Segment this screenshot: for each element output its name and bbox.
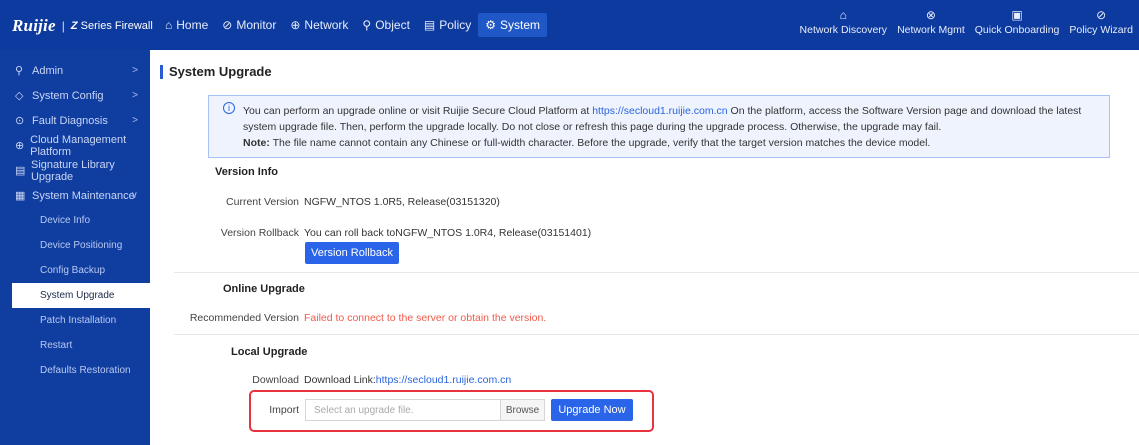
brand-separator: | <box>61 19 65 33</box>
policy-icon: ▤ <box>423 18 436 32</box>
brand: Ruijie | Z Series Firewall <box>12 16 153 36</box>
page-title: System Upgrade <box>160 65 272 79</box>
online-upgrade-title: Online Upgrade <box>223 283 305 295</box>
nav-monitor[interactable]: ⊘ Monitor <box>215 13 283 37</box>
info-icon: i <box>223 102 235 114</box>
version-rollback-label: Version Rollback <box>220 227 299 239</box>
note-label: Note: <box>243 137 270 149</box>
sidebar-item-cloud-management[interactable]: ⊕ Cloud Management Platform <box>0 133 150 158</box>
nav-object[interactable]: ⚲ Object <box>355 13 416 37</box>
upgrade-notice: i You can perform an upgrade online or v… <box>208 95 1110 158</box>
sidebar-item-fault-diagnosis[interactable]: ⊙ Fault Diagnosis > <box>0 108 150 133</box>
upgrade-file-input[interactable]: Select an upgrade file. <box>305 399 501 421</box>
sidebar-item-signature-library[interactable]: ▤ Signature Library Upgrade <box>0 158 150 183</box>
product-name: Z Series Firewall <box>70 20 153 32</box>
main-content: System Upgrade i You can perform an upgr… <box>150 50 1139 445</box>
wizard-icon: ⊘ <box>1096 8 1107 22</box>
section-divider <box>174 272 1139 273</box>
globe-icon: ⊕ <box>290 18 301 32</box>
nav-home[interactable]: ⌂ Home <box>158 13 215 37</box>
chevron-right-icon: > <box>132 115 138 126</box>
network-discovery-icon: ⌂ <box>839 8 847 22</box>
nav-policy[interactable]: ▤ Policy <box>417 13 478 37</box>
onboarding-icon: ▣ <box>1011 8 1023 22</box>
upgrade-now-button[interactable]: Upgrade Now <box>551 399 633 421</box>
secloud-link[interactable]: https://secloud1.ruijie.com.cn <box>592 105 727 117</box>
cloud-icon: ⊕ <box>15 140 25 152</box>
chevron-down-icon: ∨ <box>130 190 138 201</box>
user-icon: ⚲ <box>15 65 24 77</box>
local-upgrade-title: Local Upgrade <box>231 346 308 358</box>
download-label: Download <box>252 374 299 386</box>
top-bar: Ruijie | Z Series Firewall ⌂ Home ⊘ Monito… <box>0 0 1139 50</box>
chevron-right-icon: > <box>132 90 138 101</box>
quick-onboarding-link[interactable]: ▣ Quick Onboarding <box>975 7 1060 36</box>
current-version-label: Current Version <box>226 196 299 208</box>
ruijie-logo: Ruijie <box>12 16 56 35</box>
quick-links: ⌂ Network Discovery ⊗ Network Mgmt ▣ Quick … <box>800 7 1133 36</box>
recommended-version-label: Recommended Version <box>189 312 299 324</box>
object-icon: ⚲ <box>362 18 372 32</box>
import-label: Import <box>269 404 299 416</box>
monitor-icon: ⊘ <box>222 18 233 32</box>
sidebar: ⚲ Admin > ◇ System Config > ⊙ Fault Diagnosis… <box>0 50 150 445</box>
sidebar-sub-config-backup[interactable]: Config Backup <box>0 258 150 283</box>
upgrade-file-placeholder: Select an upgrade file. <box>314 404 414 416</box>
sidebar-sub-device-positioning[interactable]: Device Positioning <box>0 233 150 258</box>
diagnosis-icon: ⊙ <box>15 115 25 127</box>
network-mgmt-link[interactable]: ⊗ Network Mgmt <box>897 7 965 36</box>
network-discovery-link[interactable]: ⌂ Network Discovery <box>800 7 888 36</box>
download-link-row: Download Link:https://secloud1.ruijie.co… <box>304 374 511 386</box>
maintenance-icon: ▦ <box>15 190 26 202</box>
download-link[interactable]: https://secloud1.ruijie.com.cn <box>376 374 511 386</box>
network-mgmt-icon: ⊗ <box>925 8 936 22</box>
sidebar-sub-device-info[interactable]: Device Info <box>0 208 150 233</box>
sidebar-sub-patch-installation[interactable]: Patch Installation <box>0 308 150 333</box>
policy-wizard-link[interactable]: ⊘ Policy Wizard <box>1069 7 1133 36</box>
note-text: The file name cannot contain any Chinese… <box>269 137 931 149</box>
browse-button[interactable]: Browse <box>501 399 545 421</box>
nav-system[interactable]: ⚙ System <box>478 13 548 37</box>
sidebar-sub-restart[interactable]: Restart <box>0 333 150 358</box>
version-rollback-button[interactable]: Version Rollback <box>305 242 399 264</box>
recommended-version-error: Failed to connect to the server or obtai… <box>304 312 547 324</box>
version-info-title: Version Info <box>215 166 278 178</box>
current-version-value: NGFW_NTOS 1.0R5, Release(03151320) <box>304 196 500 208</box>
chevron-right-icon: > <box>132 65 138 76</box>
download-link-prefix: Download Link: <box>304 374 376 386</box>
gear-icon: ⚙ <box>485 18 497 32</box>
nav-network[interactable]: ⊕ Network <box>283 13 355 37</box>
sidebar-sub-defaults-restoration[interactable]: Defaults Restoration <box>0 358 150 383</box>
main-nav: ⌂ Home ⊘ Monitor ⊕ Network ⚲ Object ▤ Policy … <box>158 13 548 37</box>
config-icon: ◇ <box>15 90 24 102</box>
library-icon: ▤ <box>15 165 26 177</box>
sidebar-item-system-maintenance[interactable]: ▦ System Maintenance ∨ <box>0 183 150 208</box>
section-divider <box>174 334 1139 335</box>
sidebar-sub-system-upgrade[interactable]: System Upgrade <box>12 283 150 308</box>
sidebar-item-system-config[interactable]: ◇ System Config > <box>0 83 150 108</box>
home-icon: ⌂ <box>165 18 173 32</box>
version-rollback-value: You can roll back toNGFW_NTOS 1.0R4, Rel… <box>304 227 592 239</box>
notice-text: You can perform an upgrade online or vis… <box>243 105 593 117</box>
sidebar-item-admin[interactable]: ⚲ Admin > <box>0 58 150 83</box>
